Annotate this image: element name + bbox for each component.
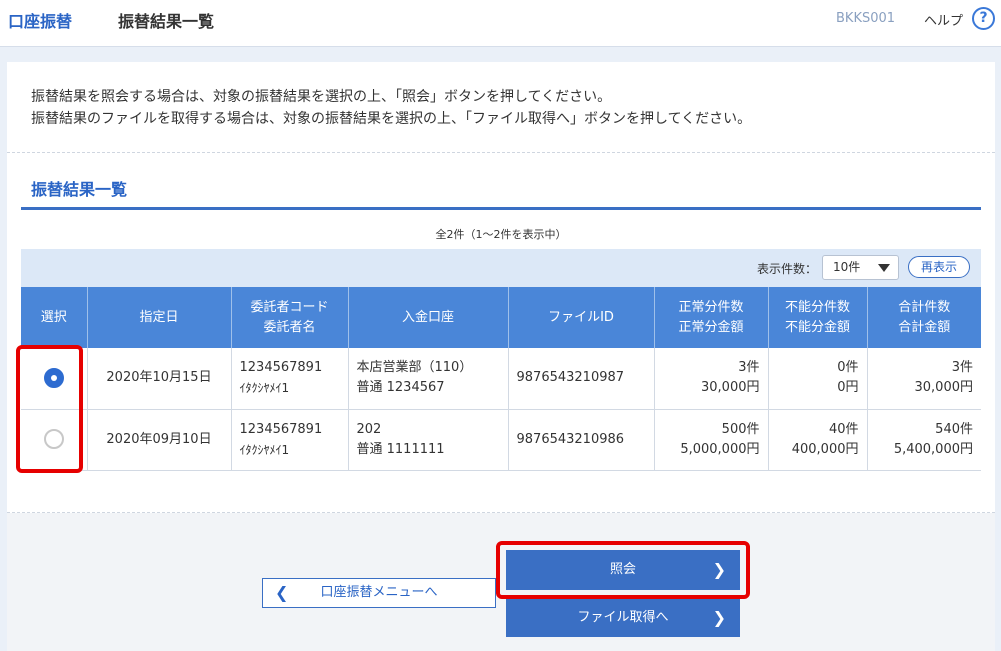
chevron-right-icon: ❯ <box>712 608 726 627</box>
back-button-label: 口座振替メニューへ <box>320 585 438 600</box>
help-link[interactable]: ヘルプ <box>924 10 963 29</box>
failed-cell: 40件 400,000円 <box>768 409 868 471</box>
main-panel: 振替結果を照会する場合は、対象の振替結果を選択の上、「照会」ボタンを押してくださ… <box>7 62 995 651</box>
col-header-failed: 不能分件数 不能分金額 <box>768 287 868 348</box>
account-branch: 本店営業部（110） <box>356 360 473 376</box>
table-toolbar: 表示件数： 10件 再表示 <box>21 249 981 287</box>
result-count: 全2件（1～2件を表示中） <box>435 228 567 241</box>
account-branch: 202 <box>356 421 382 437</box>
file-id-cell: 9876543210987 <box>508 348 655 410</box>
instructions: 振替結果を照会する場合は、対象の振替結果を選択の上、「照会」ボタンを押してくださ… <box>31 86 751 130</box>
consignor-name: ｲﾀｸｼﾔﾒｲ1 <box>239 442 290 457</box>
select-cell[interactable] <box>21 409 88 471</box>
total-cell: 3件 30,000円 <box>867 348 981 410</box>
chevron-right-icon: ❯ <box>712 560 726 579</box>
date-cell: 2020年10月15日 <box>87 348 232 410</box>
select-cell[interactable] <box>21 348 88 410</box>
app-brand: 口座振替 <box>8 12 73 31</box>
col-header-total: 合計件数 合計金額 <box>867 287 981 348</box>
per-page-select[interactable]: 10件 <box>822 255 899 280</box>
account-cell: 本店営業部（110） 普通 1234567 <box>348 348 509 410</box>
divider <box>7 152 995 153</box>
consignor-code: 1234567891 <box>239 421 323 437</box>
date-cell: 2020年09月10日 <box>87 409 232 471</box>
col-header-normal: 正常分件数 正常分金額 <box>654 287 769 348</box>
instruction-line-2: 振替結果のファイルを取得する場合は、対象の振替結果を選択の上、「ファイル取得へ」… <box>31 111 752 127</box>
file-id-cell: 9876543210986 <box>508 409 655 471</box>
per-page-label: 表示件数： <box>757 262 818 276</box>
normal-cell: 500件 5,000,000円 <box>654 409 769 471</box>
redisplay-button[interactable]: 再表示 <box>908 256 970 278</box>
table-row[interactable]: 2020年09月10日 1234567891 ｲﾀｸｼﾔﾒｲ1 202 普通 1… <box>21 409 981 471</box>
help-icon[interactable]: ? <box>972 7 995 30</box>
consignor-cell: 1234567891 ｲﾀｸｼﾔﾒｲ1 <box>231 409 349 471</box>
back-to-menu-button[interactable]: ❮ 口座振替メニューへ <box>262 578 496 608</box>
total-cell: 540件 5,400,000円 <box>867 409 981 471</box>
account-number: 普通 1111111 <box>356 441 445 457</box>
col-header-consignor: 委託者コード 委託者名 <box>231 287 349 348</box>
col-header-account: 入金口座 <box>348 287 509 348</box>
row-radio[interactable] <box>43 429 64 450</box>
file-button-label: ファイル取得へ <box>577 610 669 625</box>
consignor-cell: 1234567891 ｲﾀｸｼﾔﾒｲ1 <box>231 348 349 410</box>
inquiry-button[interactable]: 照会 ❯ <box>506 550 740 590</box>
account-cell: 202 普通 1111111 <box>348 409 509 471</box>
col-header-file-id: ファイルID <box>508 287 655 348</box>
section-title: 振替結果一覧 <box>31 180 128 199</box>
results-table: 選択 指定日 委託者コード 委託者名 入金口座 ファイルID 正常分件数 正常分金額… <box>21 287 981 471</box>
consignor-code: 1234567891 <box>239 360 323 376</box>
chevron-down-icon <box>878 264 890 272</box>
consignor-name: ｲﾀｸｼﾔﾒｲ1 <box>239 381 290 396</box>
normal-cell: 3件 30,000円 <box>654 348 769 410</box>
account-number: 普通 1234567 <box>356 380 445 396</box>
page-title: 振替結果一覧 <box>118 12 215 31</box>
row-radio-selected[interactable] <box>43 368 64 388</box>
file-download-button[interactable]: ファイル取得へ ❯ <box>506 599 740 637</box>
button-area <box>7 513 995 651</box>
screen-id: BKKS001 <box>836 11 896 26</box>
chevron-left-icon: ❮ <box>275 583 289 602</box>
failed-cell: 0件 0円 <box>768 348 868 410</box>
inquiry-button-label: 照会 <box>609 562 636 577</box>
table-header-row: 選択 指定日 委託者コード 委託者名 入金口座 ファイルID 正常分件数 正常分金額… <box>21 287 981 348</box>
per-page-value: 10件 <box>833 260 861 274</box>
section-underline <box>21 207 981 210</box>
table-row[interactable]: 2020年10月15日 1234567891 ｲﾀｸｼﾔﾒｲ1 本店営業部（11… <box>21 348 981 410</box>
instruction-line-1: 振替結果を照会する場合は、対象の振替結果を選択の上、「照会」ボタンを押してくださ… <box>31 89 612 105</box>
col-header-select: 選択 <box>21 287 88 348</box>
top-header: 口座振替 振替結果一覧 BKKS001 ヘルプ ? <box>0 0 1001 47</box>
col-header-date: 指定日 <box>87 287 232 348</box>
